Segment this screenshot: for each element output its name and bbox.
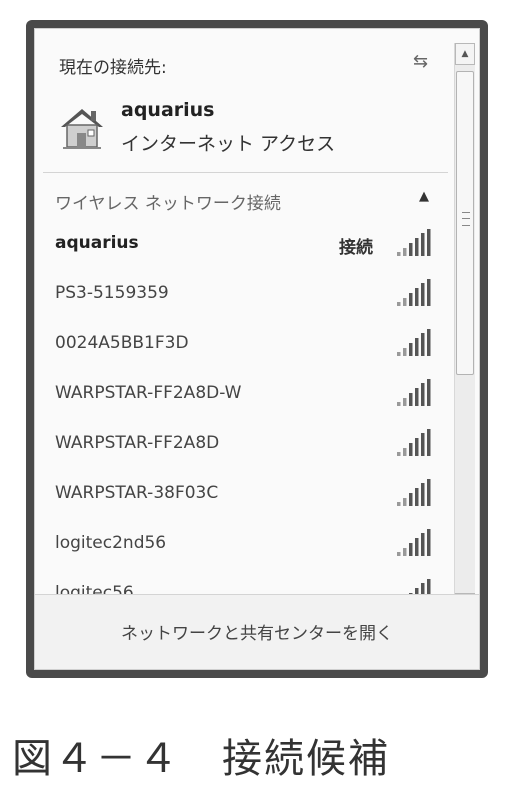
network-status: 接続 [339,238,373,258]
current-network-status: インターネット アクセス [121,133,336,155]
grip-icon [462,212,470,226]
network-item[interactable]: logitec2nd56 [35,525,455,575]
signal-strength-icon [397,379,431,406]
refresh-icon[interactable]: ⇆ [413,51,428,72]
chevron-up-icon[interactable]: ▲ [419,189,429,204]
network-list: aquarius 接続 PS3-5159359 0024A5BB1F3D WARPSTA… [35,225,455,607]
signal-strength-icon [397,229,431,256]
divider [43,172,448,173]
network-name: WARPSTAR-38F03C [55,483,219,503]
network-name: PS3-5159359 [55,283,169,303]
current-connection-label: 現在の接続先: [59,58,167,78]
signal-strength-icon [397,279,431,306]
network-name: logitec2nd56 [55,533,167,553]
signal-strength-icon [397,429,431,456]
network-item[interactable]: WARPSTAR-38F03C [35,475,455,525]
footer: ネットワークと共有センターを開く [35,594,479,669]
network-flyout: 現在の接続先: ⇆ aquarius インターネット アクセス ワイヤレス ネッ… [26,20,488,678]
current-network-name: aquarius [121,99,215,121]
scroll-thumb[interactable] [456,71,474,375]
network-name: 0024A5BB1F3D [55,333,189,353]
network-item[interactable]: aquarius 接続 [35,225,455,275]
network-name: WARPSTAR-FF2A8D-W [55,383,242,403]
flyout-body: 現在の接続先: ⇆ aquarius インターネット アクセス ワイヤレス ネッ… [34,28,480,670]
network-name: WARPSTAR-FF2A8D [55,433,220,453]
network-item[interactable]: WARPSTAR-FF2A8D-W [35,375,455,425]
network-item[interactable]: WARPSTAR-FF2A8D [35,425,455,475]
network-item[interactable]: 0024A5BB1F3D [35,325,455,375]
scrollbar[interactable]: ▲ ▼ [454,43,475,615]
network-name: aquarius [55,233,139,253]
house-icon [61,109,103,149]
signal-strength-icon [397,529,431,556]
wireless-section-title[interactable]: ワイヤレス ネットワーク接続 [55,189,281,214]
signal-strength-icon [397,329,431,356]
figure-caption: 図４－４ 接続候補 [12,736,390,782]
open-network-center-link[interactable]: ネットワークと共有センターを開く [35,619,479,644]
signal-strength-icon [397,479,431,506]
scroll-up-button[interactable]: ▲ [455,43,475,65]
network-item[interactable]: PS3-5159359 [35,275,455,325]
